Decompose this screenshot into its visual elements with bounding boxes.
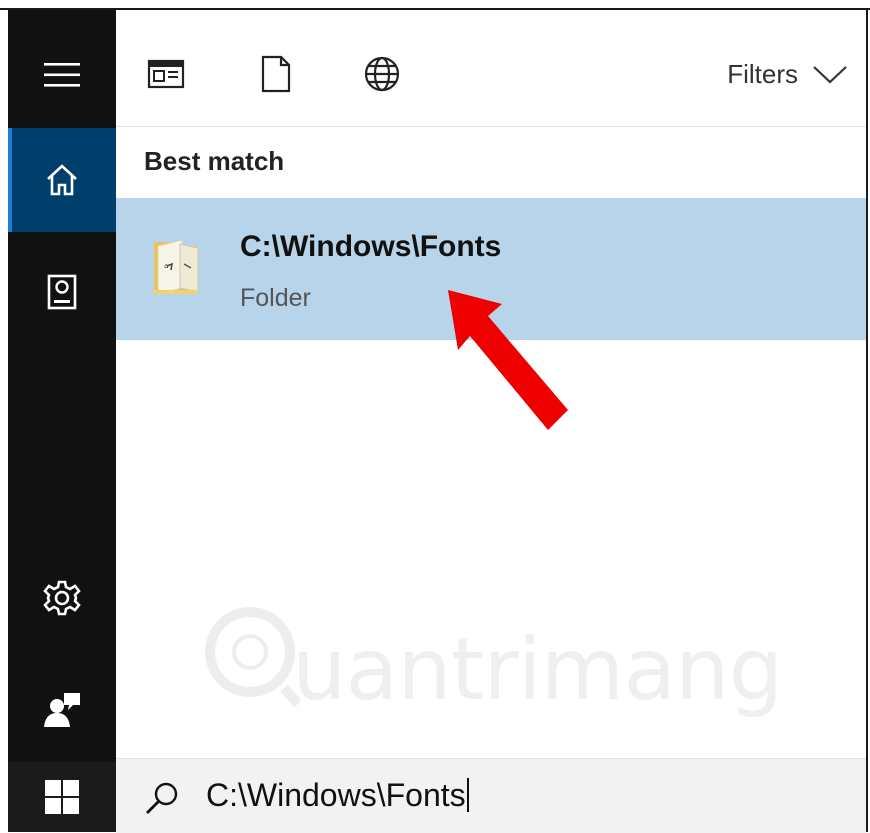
feedback-button[interactable] bbox=[8, 668, 116, 752]
filters-dropdown[interactable]: Filters bbox=[727, 54, 848, 94]
apps-icon bbox=[147, 59, 185, 89]
home-button[interactable] bbox=[8, 128, 116, 232]
hamburger-icon bbox=[44, 63, 80, 87]
windows-logo-icon bbox=[45, 780, 79, 814]
globe-icon bbox=[364, 56, 400, 92]
best-match-header: Best match bbox=[144, 146, 285, 176]
settings-button[interactable] bbox=[8, 558, 116, 638]
search-icon bbox=[146, 782, 178, 814]
svg-text:ᵃ: ᵃ bbox=[164, 261, 169, 275]
search-input-value: C:\Windows\Fonts bbox=[206, 777, 466, 813]
chevron-down-icon bbox=[813, 66, 847, 84]
search-input[interactable]: C:\Windows\Fonts bbox=[206, 777, 469, 814]
watermark-text: uantrimang bbox=[292, 620, 783, 720]
apps-filter-button[interactable] bbox=[142, 50, 190, 98]
feedback-icon bbox=[44, 693, 80, 727]
home-icon bbox=[47, 164, 77, 196]
start-button[interactable] bbox=[8, 762, 116, 832]
documents-filter-button[interactable] bbox=[252, 50, 300, 98]
text-caret bbox=[466, 778, 469, 812]
result-title: C:\Windows\Fonts bbox=[240, 230, 502, 263]
search-box[interactable]: C:\Windows\Fonts bbox=[116, 758, 866, 833]
window-border-right bbox=[866, 8, 868, 832]
watermark-logo-icon bbox=[205, 607, 300, 708]
left-rail bbox=[8, 10, 116, 832]
watermark: uantrimang bbox=[200, 600, 783, 720]
red-arrow-annotation bbox=[448, 290, 568, 430]
gear-icon bbox=[43, 580, 81, 616]
notebook-icon bbox=[47, 274, 77, 310]
search-window: Filters Best match ᵃ C:\Windows\Fonts Fo… bbox=[0, 0, 870, 833]
web-filter-button[interactable] bbox=[358, 50, 406, 98]
filters-label: Filters bbox=[727, 58, 798, 89]
document-icon bbox=[261, 55, 291, 93]
folder-icon: ᵃ bbox=[150, 234, 204, 303]
notebook-button[interactable] bbox=[8, 242, 116, 342]
filter-bar: Filters bbox=[116, 10, 866, 127]
result-subtitle: Folder bbox=[240, 284, 311, 312]
menu-button[interactable] bbox=[8, 32, 116, 118]
